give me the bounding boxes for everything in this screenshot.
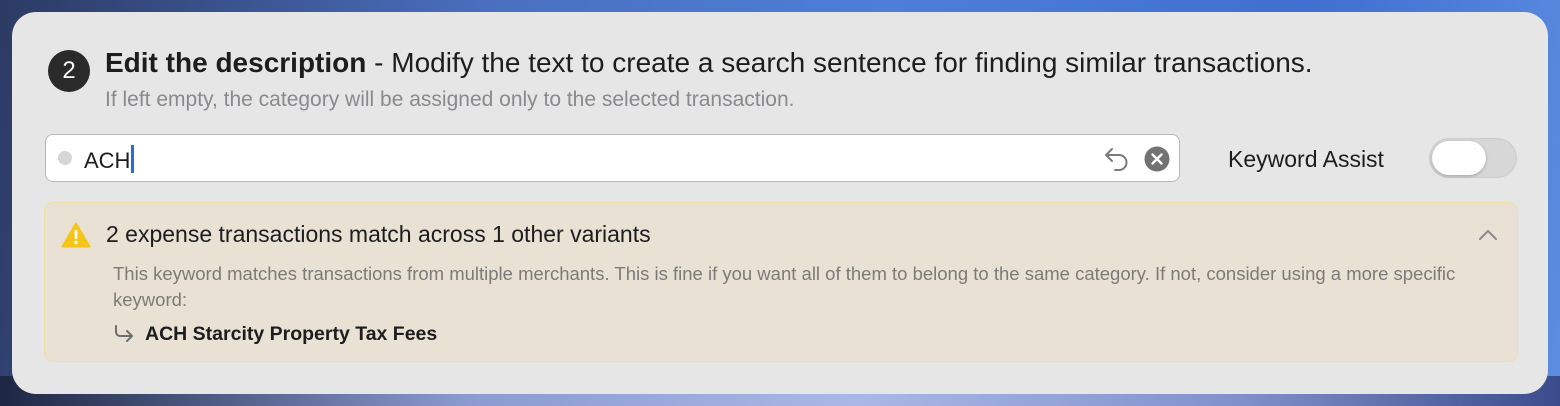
step-description: Modify the text to create a search sente… (391, 47, 1313, 78)
warning-triangle-icon (61, 222, 91, 248)
edit-description-panel: 2 Edit the description - Modify the text… (12, 12, 1548, 394)
status-dot (58, 151, 72, 165)
variant-warning-box: 2 expense transactions match across 1 ot… (44, 202, 1518, 362)
clear-circle-x-icon[interactable] (1144, 146, 1170, 172)
step-title: Edit the description (105, 47, 367, 78)
description-search-field[interactable]: ACH (45, 134, 1180, 182)
text-caret (131, 145, 135, 173)
undo-arrow-icon[interactable] (1103, 145, 1131, 171)
keyword-assist-label: Keyword Assist (1228, 146, 1384, 172)
description-input-value: ACH (84, 148, 131, 173)
step-heading: Edit the description - Modify the text t… (105, 46, 1313, 80)
warning-title: 2 expense transactions match across 1 ot… (106, 221, 651, 247)
warning-message: This keyword matches transactions from m… (113, 263, 1456, 310)
return-arrow-icon (115, 325, 133, 342)
keyword-suggestion[interactable]: ACH Starcity Property Tax Fees (113, 321, 437, 347)
chevron-up-icon[interactable] (1476, 223, 1500, 247)
step-separator: - (366, 47, 392, 78)
step-number: 2 (62, 57, 76, 84)
step-number-badge: 2 (48, 50, 90, 92)
suggested-keyword: ACH Starcity Property Tax Fees (145, 323, 438, 345)
toggle-knob (1432, 141, 1486, 175)
step-subtitle: If left empty, the category will be assi… (105, 88, 795, 111)
description-input[interactable]: ACH (84, 145, 135, 174)
keyword-assist-toggle[interactable] (1429, 138, 1517, 178)
